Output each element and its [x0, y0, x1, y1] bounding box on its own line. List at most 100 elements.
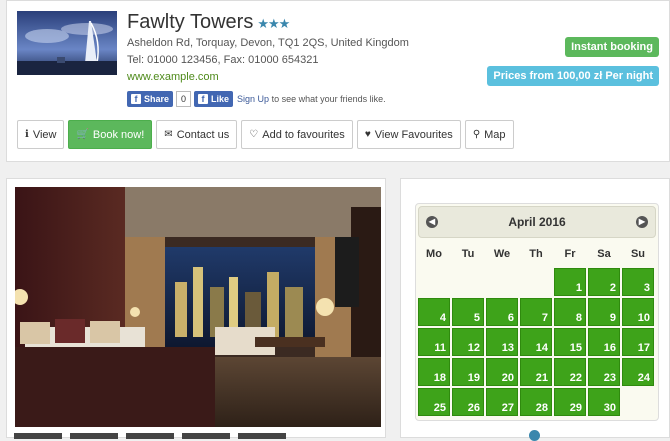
facebook-share-button[interactable]: f Share: [127, 91, 174, 107]
weekday-label: Th: [529, 248, 543, 260]
calendar-day-available[interactable]: 13: [486, 328, 518, 356]
view-button[interactable]: ℹ View: [17, 120, 65, 149]
hotel-thumbnail[interactable]: [17, 11, 117, 75]
hotel-room-image: [15, 187, 381, 427]
calendar-day-available[interactable]: 14: [520, 328, 552, 356]
book-now-label: Book now!: [92, 128, 145, 141]
facebook-signup-suffix: to see what your friends like.: [269, 94, 386, 104]
calendar-day-available[interactable]: 19: [452, 358, 484, 386]
calendar-day-available[interactable]: 12: [452, 328, 484, 356]
view-favourites-button[interactable]: ♥ View Favourites: [356, 120, 461, 149]
calendar-day-available[interactable]: 23: [588, 358, 620, 386]
calendar-day-available[interactable]: 21: [520, 358, 552, 386]
facebook-icon: f: [131, 94, 141, 104]
hotel-name-text: Fawlty Towers: [127, 11, 254, 33]
view-favourites-label: View Favourites: [374, 128, 453, 141]
hotel-name: Fawlty Towers ★★★: [127, 11, 290, 34]
calendar-day-available[interactable]: 2: [588, 268, 620, 296]
hotel-action-bar: ℹ View 🛒 Book now! ✉ Contact us ♡ Add to…: [17, 120, 514, 149]
calendar-empty-cell: [418, 268, 450, 296]
calendar-day-available[interactable]: 10: [622, 298, 654, 326]
calendar-day-available[interactable]: 15: [554, 328, 586, 356]
calendar-day-available[interactable]: 1: [554, 268, 586, 296]
map-marker-icon: ⚲: [472, 129, 481, 140]
hotel-header-panel: Fawlty Towers ★★★ Asheldon Rd, Torquay, D…: [6, 0, 670, 162]
calendar-day-available[interactable]: 30: [588, 388, 620, 416]
facebook-signup-link[interactable]: Sign Up: [237, 94, 269, 104]
photo-thumbnail-strip: [14, 433, 286, 439]
price-badge: Prices from 100,00 zł Per night: [487, 66, 659, 86]
chevron-left-icon[interactable]: ◀: [426, 216, 438, 228]
cart-icon: 🛒: [76, 129, 89, 140]
hotel-room-photo[interactable]: [15, 187, 381, 427]
facebook-signup-text: Sign Up to see what your friends like.: [237, 94, 386, 104]
weekday-label: Su: [630, 248, 646, 260]
calendar-day-available[interactable]: 29: [554, 388, 586, 416]
envelope-icon: ✉: [164, 129, 173, 140]
like-label: Like: [211, 94, 230, 104]
share-label: Share: [144, 94, 170, 104]
weekday-label: We: [493, 248, 511, 260]
facebook-like-button[interactable]: f Like: [194, 91, 234, 107]
calendar-day-available[interactable]: 6: [486, 298, 518, 326]
calendar-month-title: April 2016: [508, 215, 566, 229]
photo-thumbnail[interactable]: [126, 433, 174, 439]
weekday-label: Fr: [564, 248, 576, 260]
view-button-label: View: [32, 128, 57, 141]
calendar-day-available[interactable]: 16: [588, 328, 620, 356]
calendar-empty-cell: [452, 268, 484, 296]
contact-us-label: Contact us: [176, 128, 230, 141]
calendar-day-available[interactable]: 26: [452, 388, 484, 416]
calendar-day-available[interactable]: 18: [418, 358, 450, 386]
calendar-day-available[interactable]: 17: [622, 328, 654, 356]
calendar-day-available[interactable]: 11: [418, 328, 450, 356]
calendar-day-available[interactable]: 7: [520, 298, 552, 326]
hotel-website-link[interactable]: www.example.com: [127, 71, 219, 83]
heart-icon: ♥: [364, 129, 371, 140]
calendar-day-available[interactable]: 5: [452, 298, 484, 326]
calendar-day-available[interactable]: 27: [486, 388, 518, 416]
weekday-label: Sa: [597, 248, 611, 260]
map-label: Map: [484, 128, 506, 141]
calendar-day-available[interactable]: 4: [418, 298, 450, 326]
star-rating: ★★★: [257, 16, 290, 31]
book-now-button[interactable]: 🛒 Book now!: [68, 120, 153, 149]
calendar-day-available[interactable]: 9: [588, 298, 620, 326]
calendar-empty-cell: [520, 268, 552, 296]
photo-thumbnail[interactable]: [14, 433, 62, 439]
share-count: 0: [176, 91, 192, 107]
weekday-label: Mo: [426, 248, 442, 260]
chevron-right-icon[interactable]: ▶: [636, 216, 648, 228]
map-button[interactable]: ⚲ Map: [464, 120, 514, 149]
contact-us-button[interactable]: ✉ Contact us: [156, 120, 238, 149]
hotel-address: Asheldon Rd, Torquay, Devon, TQ1 2QS, Un…: [127, 37, 409, 49]
calendar-day-available[interactable]: 8: [554, 298, 586, 326]
calendar-weekday-row: Mo Tu We Th Fr Sa Su: [417, 240, 658, 268]
photo-thumbnail[interactable]: [238, 433, 286, 439]
calendar-empty-cell: [486, 268, 518, 296]
photo-thumbnail[interactable]: [70, 433, 118, 439]
info-icon[interactable]: [529, 430, 540, 441]
info-icon: ℹ: [25, 129, 29, 140]
calendar-day-available[interactable]: 24: [622, 358, 654, 386]
instant-booking-badge: Instant booking: [565, 37, 659, 57]
weekday-label: Tu: [461, 248, 475, 260]
calendar-day-available[interactable]: 3: [622, 268, 654, 296]
facebook-icon: f: [198, 94, 209, 104]
availability-calendar: ◀ April 2016 ▶ Mo Tu We Th Fr Sa Su 1234567891…: [415, 203, 659, 421]
calendar-day-available[interactable]: 20: [486, 358, 518, 386]
add-to-favourites-label: Add to favourites: [262, 128, 345, 141]
facebook-social-bar: f Share 0 f Like Sign Up to see what you…: [127, 91, 386, 107]
calendar-day-available[interactable]: 28: [520, 388, 552, 416]
availability-calendar-panel: ◀ April 2016 ▶ Mo Tu We Th Fr Sa Su 1234567891…: [400, 178, 670, 438]
photo-thumbnail[interactable]: [182, 433, 230, 439]
hotel-thumbnail-image: [17, 11, 117, 75]
calendar-day-available[interactable]: 22: [554, 358, 586, 386]
add-to-favourites-button[interactable]: ♡ Add to favourites: [241, 120, 353, 149]
calendar-header: ◀ April 2016 ▶: [418, 206, 656, 238]
calendar-day-grid: 1 2 3 4 5 6 7 8 9 10 11 12 13 14 15 16 17 18 19 20 21 22 23 24 2…: [418, 268, 658, 416]
heart-outline-icon: ♡: [249, 129, 259, 140]
hotel-phone: Tel: 01000 123456, Fax: 01000 654321: [127, 54, 319, 66]
calendar-day-available[interactable]: 25: [418, 388, 450, 416]
photo-gallery-panel: [6, 178, 386, 438]
